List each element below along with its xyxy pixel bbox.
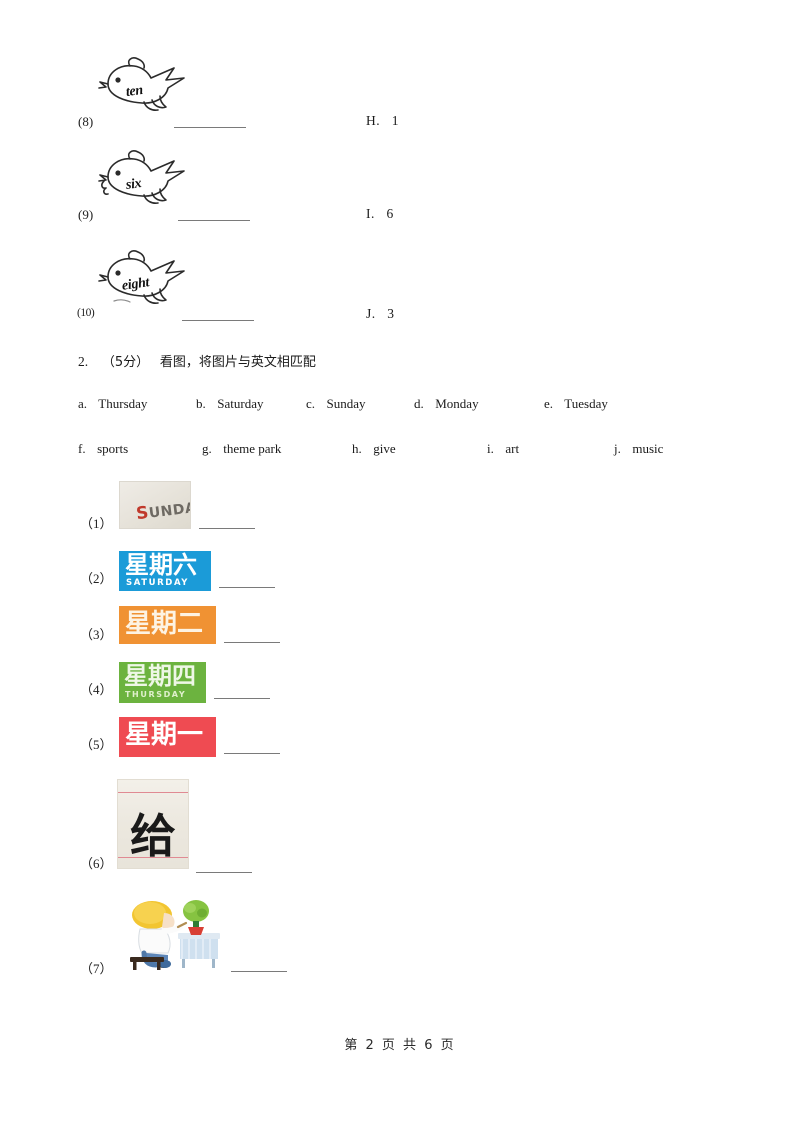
image-monday-card: 星期一 — [119, 717, 216, 757]
option-H-label: H. — [366, 113, 381, 128]
option-J-value: 3 — [387, 306, 395, 321]
bird-word-label: ten — [124, 82, 144, 101]
picture-item-number-3: （3） — [80, 627, 113, 642]
option-a-label: Thursday — [98, 396, 148, 411]
question2-score: （5分） — [101, 355, 150, 370]
image-calligraphy-give: 给 — [117, 779, 189, 869]
picture-item-number-5: （5） — [80, 737, 113, 752]
answer-blank[interactable] — [196, 871, 252, 873]
option-j: j. music — [614, 441, 663, 457]
option-e-key: e. — [544, 396, 554, 411]
option-I-value: 6 — [386, 206, 394, 221]
option-j-key: j. — [614, 441, 621, 456]
exam-page: ten (8) H. 1 six (9) I. 6 eight (10) J. … — [0, 0, 800, 1132]
option-f-label: sports — [97, 441, 129, 456]
sunday-card-text: SUNDAY — [135, 496, 191, 524]
option-I: I. 6 — [366, 206, 394, 222]
question2-prompt: 看图，将图片与英文相匹配 — [159, 355, 316, 370]
option-i-key: i. — [487, 441, 494, 456]
bird-icon: ten — [96, 54, 192, 116]
answer-blank[interactable] — [178, 219, 250, 221]
option-H: H. 1 — [366, 113, 399, 129]
option-I-label: I. — [366, 206, 375, 221]
option-h: h. give — [352, 441, 396, 457]
monday-card-cn: 星期一 — [125, 720, 204, 750]
picture-item-number-4: （4） — [80, 682, 113, 697]
answer-blank[interactable] — [214, 697, 270, 699]
answer-blank[interactable] — [174, 126, 246, 128]
tuesday-card-cn: 星期二 — [125, 609, 204, 639]
picture-item-number-2: （2） — [80, 571, 113, 586]
option-g-key: g. — [202, 441, 212, 456]
answer-blank[interactable] — [199, 527, 255, 529]
thursday-card-en: THURSDAY — [125, 690, 187, 699]
picture-item-number-1: （1） — [80, 516, 113, 531]
option-a: a. Thursday — [78, 396, 147, 412]
item-number: (8) — [78, 114, 94, 129]
option-b-label: Saturday — [217, 396, 264, 411]
option-i-label: art — [505, 441, 520, 456]
option-b-key: b. — [196, 396, 206, 411]
calligraphy-glyph: 给 — [130, 809, 176, 863]
option-d-key: d. — [414, 396, 424, 411]
sunday-card-rest: UNDAY — [148, 498, 191, 522]
option-h-key: h. — [352, 441, 362, 456]
option-g-label: theme park — [223, 441, 282, 456]
image-saturday-card: 星期六 SATURDAY — [119, 551, 211, 591]
image-art-painting-clipart — [120, 895, 230, 973]
answer-blank[interactable] — [224, 641, 280, 643]
option-i: i. art — [487, 441, 519, 457]
picture-item-number-7: （7） — [80, 961, 113, 976]
option-c-key: c. — [306, 396, 316, 411]
option-c: c. Sunday — [306, 396, 366, 412]
image-sunday-photo-card: SUNDAY — [119, 481, 191, 529]
saturday-card-en: SATURDAY — [126, 578, 190, 588]
option-j-label: music — [632, 441, 664, 456]
bird-icon: six — [96, 147, 192, 209]
answer-blank[interactable] — [231, 970, 287, 972]
option-a-key: a. — [78, 396, 88, 411]
answer-blank[interactable] — [182, 319, 254, 321]
saturday-card-cn: 星期六 — [125, 551, 197, 579]
bird-icon: eight — [96, 247, 192, 309]
picture-item-number-6: （6） — [80, 856, 113, 871]
option-f-key: f. — [78, 441, 86, 456]
calligraphy-rule-top — [118, 792, 188, 793]
answer-blank[interactable] — [219, 586, 275, 588]
option-H-value: 1 — [391, 113, 399, 128]
question2-heading: 2. （5分） 看图，将图片与英文相匹配 — [78, 351, 316, 370]
option-e-label: Tuesday — [564, 396, 608, 411]
option-J: J. 3 — [366, 306, 395, 322]
option-b: b. Saturday — [196, 396, 263, 412]
image-tuesday-card: 星期二 — [119, 606, 216, 644]
answer-blank[interactable] — [224, 752, 280, 754]
option-d-label: Monday — [435, 396, 479, 411]
thursday-card-cn: 星期四 — [124, 662, 196, 690]
image-thursday-card: 星期四 THURSDAY — [119, 662, 206, 703]
question1-item-8: ten (8) H. 1 — [0, 54, 800, 150]
question1-item-10: eight (10) J. 3 — [0, 247, 800, 343]
bird-word-label: six — [124, 176, 143, 194]
item-number: (10) — [77, 307, 95, 319]
question2-number: 2. — [78, 354, 89, 369]
question1-item-9: six (9) I. 6 — [0, 147, 800, 243]
item-number: (9) — [78, 207, 94, 222]
option-J-label: J. — [366, 306, 376, 321]
option-h-label: give — [373, 441, 396, 456]
option-f: f. sports — [78, 441, 128, 457]
page-footer: 第 2 页 共 6 页 — [344, 1038, 456, 1053]
option-c-label: Sunday — [326, 396, 366, 411]
option-g: g. theme park — [202, 441, 281, 457]
option-d: d. Monday — [414, 396, 479, 412]
option-e: e. Tuesday — [544, 396, 608, 412]
